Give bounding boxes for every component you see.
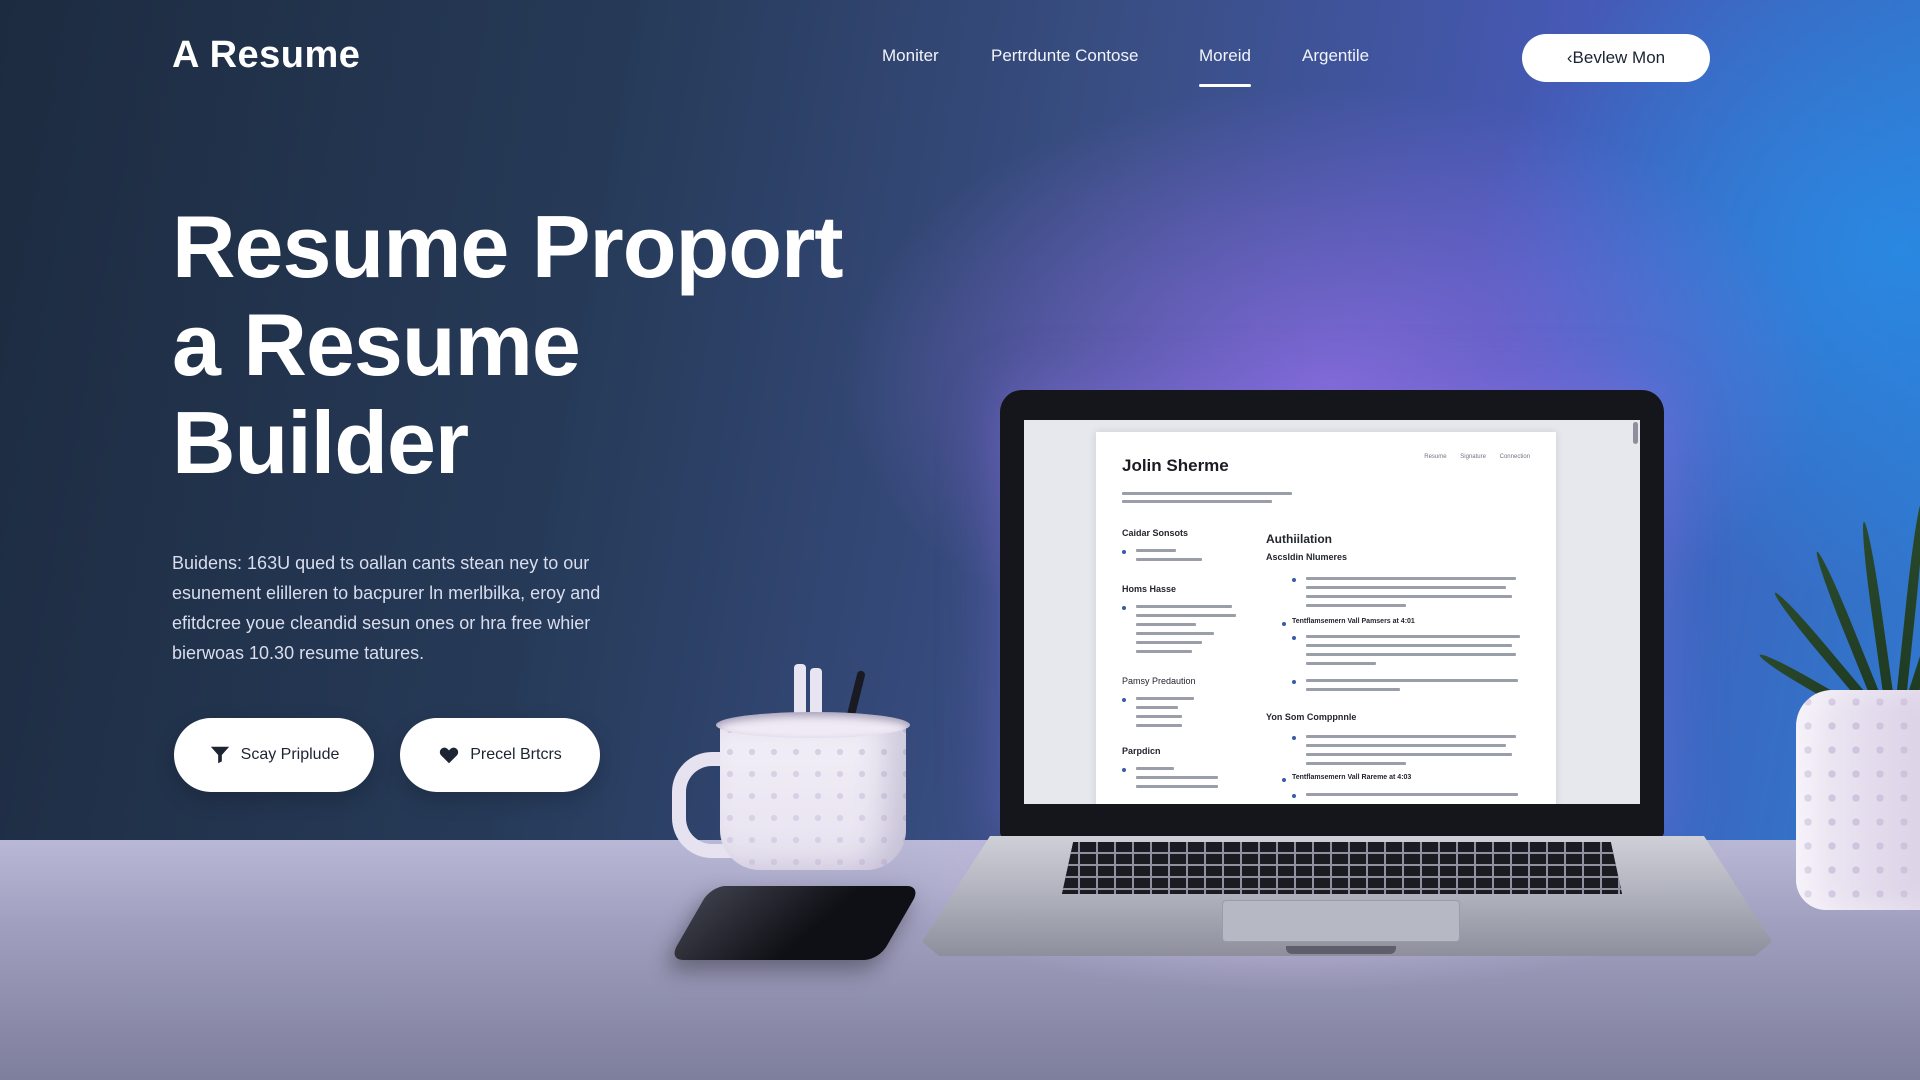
text-line xyxy=(1306,679,1518,682)
laptop-trackpad xyxy=(1222,900,1460,942)
text-line xyxy=(1306,644,1512,647)
bullet xyxy=(1122,606,1126,610)
text-line xyxy=(1136,558,1202,561)
bullet xyxy=(1282,778,1286,782)
text-line xyxy=(1136,715,1182,718)
text-line xyxy=(1306,577,1516,580)
primary-cta-button[interactable]: Scay Priplude xyxy=(174,718,374,792)
laptop-keyboard xyxy=(1062,842,1622,894)
bullet xyxy=(1282,622,1286,626)
nav-item-pertrdunte-contose[interactable]: Pertrdunte Contose xyxy=(991,46,1138,66)
resume-subheading: Tentflamsemern Vall Pamsers at 4:01 xyxy=(1292,618,1415,625)
text-line xyxy=(1306,735,1516,738)
nav-item-moreid[interactable]: Moreid xyxy=(1199,46,1251,87)
nav-item-moniter[interactable]: Moniter xyxy=(882,46,939,66)
hero-title-line-2: a Resume xyxy=(172,295,581,394)
nav-item-argentile[interactable]: Argentile xyxy=(1302,46,1369,66)
hero-title: Resume Proport a Resume Builder xyxy=(172,197,844,492)
hero-title-line-1: Resume Proport xyxy=(172,197,844,296)
text-line xyxy=(1306,744,1506,747)
primary-cta-label: Scay Priplude xyxy=(240,746,340,763)
text-line xyxy=(1306,586,1506,589)
text-line xyxy=(1306,635,1520,638)
resume-header-links: Resume Signature Connection xyxy=(1412,454,1530,460)
bullet xyxy=(1122,550,1126,554)
landing-page: A Resume Moniter Pertrdunte Contose More… xyxy=(0,0,1920,1080)
text-line xyxy=(1122,492,1292,495)
text-line xyxy=(1136,549,1176,552)
text-line xyxy=(1136,641,1202,644)
mug-rim xyxy=(716,712,910,738)
text-line xyxy=(1136,623,1196,626)
text-line xyxy=(1136,650,1192,653)
funnel-icon xyxy=(210,746,229,764)
text-line xyxy=(1136,697,1194,700)
laptop-screen: Jolin Sherme Resume Signature Connection… xyxy=(1024,420,1640,804)
bullet xyxy=(1292,736,1296,740)
laptop-hinge xyxy=(1286,946,1396,954)
review-button[interactable]: ‹Bevlew Mon xyxy=(1522,34,1710,82)
text-line xyxy=(1136,724,1182,727)
resume-header-link: Signature xyxy=(1460,454,1486,460)
text-line xyxy=(1306,688,1400,691)
resume-section-heading: Authiilation xyxy=(1266,532,1332,546)
resume-subheading: Ascsldin Nlumeres xyxy=(1266,552,1348,562)
bullet xyxy=(1292,578,1296,582)
text-line xyxy=(1306,753,1512,756)
smartphone xyxy=(668,886,922,960)
mug xyxy=(720,720,906,870)
text-line xyxy=(1306,762,1406,765)
secondary-cta-label: Precel Brtcrs xyxy=(470,746,562,763)
resume-document: Jolin Sherme Resume Signature Connection… xyxy=(1096,432,1556,804)
hero-title-line-3: Builder xyxy=(172,393,469,492)
hero-description: Buidens: 163U qued ts oallan cants stean… xyxy=(172,553,601,663)
text-line xyxy=(1136,605,1232,608)
resume-section-heading: Homs Hasse xyxy=(1122,584,1177,594)
text-line xyxy=(1136,785,1218,788)
text-line xyxy=(1306,662,1376,665)
secondary-cta-button[interactable]: Precel Brtcrs xyxy=(400,718,600,792)
resume-section-heading: Pamsy Predaution xyxy=(1122,676,1196,686)
bullet xyxy=(1122,768,1126,772)
text-line xyxy=(1136,632,1214,635)
text-line xyxy=(1136,706,1178,709)
text-line xyxy=(1306,604,1406,607)
text-line xyxy=(1306,595,1512,598)
text-line xyxy=(1306,653,1516,656)
text-line xyxy=(1122,500,1272,503)
resume-section-heading: Caidar Sonsots xyxy=(1122,528,1189,538)
text-line xyxy=(1136,776,1218,779)
bullet xyxy=(1292,636,1296,640)
resume-name: Jolin Sherme xyxy=(1122,456,1229,475)
brand-logo[interactable]: A Resume xyxy=(172,34,360,77)
bullet xyxy=(1122,698,1126,702)
resume-header-link: Connection xyxy=(1499,454,1530,460)
heart-icon xyxy=(440,747,459,764)
text-line xyxy=(1306,793,1518,796)
resume-section-heading: Parpdicn xyxy=(1122,746,1161,756)
scrollbar[interactable] xyxy=(1633,422,1638,444)
plant-pot xyxy=(1796,690,1920,910)
text-line xyxy=(1136,767,1174,770)
resume-section-heading: Yon Som Comppnnle xyxy=(1266,712,1357,722)
resume-subheading: Tentflamsemern Vall Rareme at 4:03 xyxy=(1292,774,1412,781)
bullet xyxy=(1292,794,1296,798)
resume-header-link: Resume xyxy=(1424,454,1447,460)
text-line xyxy=(1136,614,1236,617)
bullet xyxy=(1292,680,1296,684)
